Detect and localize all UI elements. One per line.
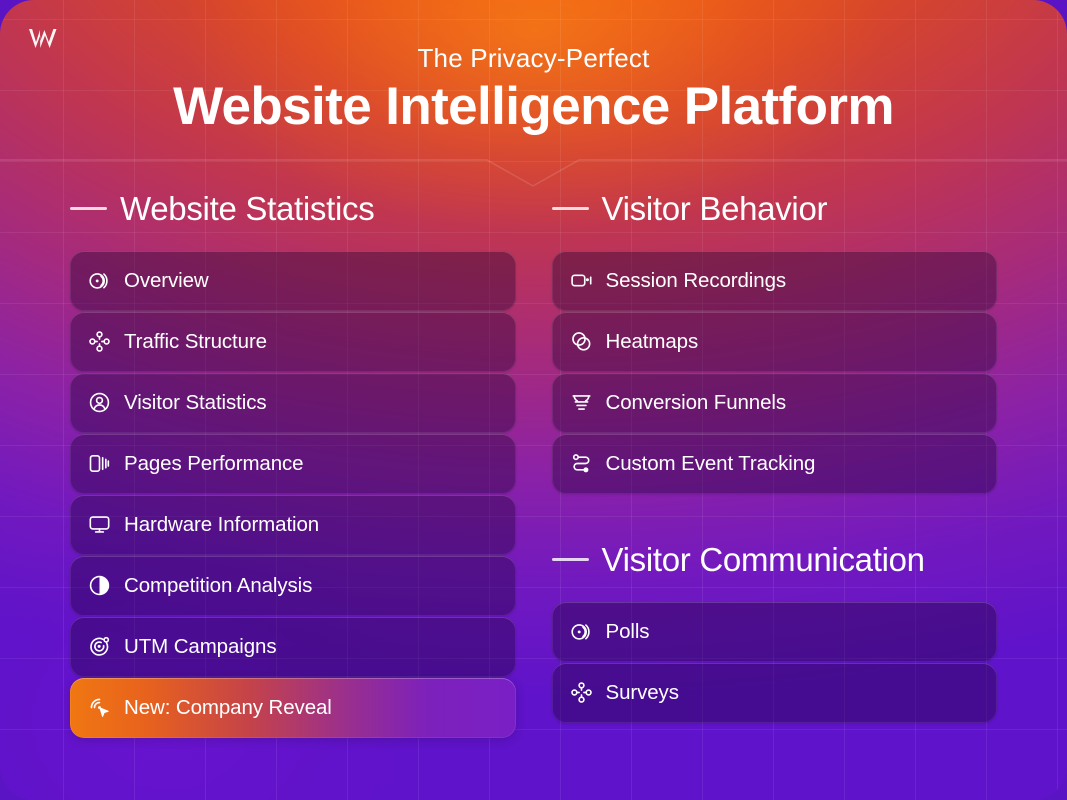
feature-item[interactable]: UTM Campaigns xyxy=(70,616,516,677)
feature-item-label: Custom Event Tracking xyxy=(605,451,816,475)
feature-item[interactable]: New: Company Reveal xyxy=(70,677,516,738)
header-notch-divider xyxy=(0,159,1067,187)
feature-item-label: Overview xyxy=(124,268,209,292)
feature-item-label: Surveys xyxy=(605,680,679,704)
header-eyebrow: The Privacy-Perfect xyxy=(417,43,650,73)
feature-item-label: Traffic Structure xyxy=(124,329,267,353)
section-title: Visitor Communication xyxy=(601,540,926,578)
feature-columns: Website Statistics Overview Traffic Struct… xyxy=(0,190,1067,738)
section-header: Website Statistics xyxy=(70,190,516,228)
section-title: Visitor Behavior xyxy=(601,190,828,227)
monitor-icon xyxy=(88,513,111,536)
pages-stack-icon xyxy=(88,452,111,475)
feature-item[interactable]: Conversion Funnels xyxy=(551,372,997,433)
feature-item-label: UTM Campaigns xyxy=(124,634,277,658)
video-camera-icon xyxy=(570,269,593,292)
target-dot-icon xyxy=(88,635,111,658)
feature-item-label: Visitor Statistics xyxy=(124,390,267,414)
feature-item[interactable]: Hardware Information xyxy=(70,494,516,555)
feature-list: Polls Surveys xyxy=(551,601,997,723)
section-header: Visitor Communication xyxy=(551,540,998,579)
user-circle-icon xyxy=(88,391,111,414)
feature-item[interactable]: Pages Performance xyxy=(70,433,516,494)
share-nodes-icon xyxy=(570,681,593,704)
feature-item-label: Heatmaps xyxy=(605,329,699,353)
contrast-icon xyxy=(88,574,111,597)
feature-item-label: Hardware Information xyxy=(124,512,320,536)
section-dash xyxy=(551,558,589,562)
column-visitor: Visitor Behavior Session Recordings Heatma… xyxy=(551,190,998,738)
feature-item[interactable]: Polls xyxy=(551,601,997,662)
radar-cursor-icon xyxy=(88,696,111,719)
feature-item[interactable]: Heatmaps xyxy=(551,311,997,372)
page-title: Website Intelligence Platform xyxy=(173,76,894,136)
feature-item-label: New: Company Reveal xyxy=(124,695,332,719)
event-path-icon xyxy=(570,452,593,475)
feature-item[interactable]: Visitor Statistics xyxy=(70,372,516,433)
promo-graphic: The Privacy-Perfect Website Intelligence… xyxy=(0,0,1067,800)
gradient-panel: The Privacy-Perfect Website Intelligence… xyxy=(0,0,1067,800)
feature-item-label: Session Recordings xyxy=(605,268,787,292)
feature-item[interactable]: Session Recordings xyxy=(551,250,997,311)
feature-item[interactable]: Overview xyxy=(70,250,516,311)
feature-list: Session Recordings Heatmaps Conversion Fun… xyxy=(551,250,997,494)
feature-item[interactable]: Surveys xyxy=(551,662,997,723)
feature-item-label: Pages Performance xyxy=(124,451,304,475)
share-nodes-icon xyxy=(88,330,111,353)
feature-item[interactable]: Competition Analysis xyxy=(70,555,516,616)
feature-item-label: Competition Analysis xyxy=(124,573,313,597)
feature-item-label: Polls xyxy=(605,619,650,643)
feature-item-label: Conversion Funnels xyxy=(605,390,787,414)
pulse-radar-icon xyxy=(88,269,111,292)
section-dash xyxy=(70,207,107,211)
feature-item[interactable]: Traffic Structure xyxy=(70,311,516,372)
section-title: Website Statistics xyxy=(120,190,375,227)
section-header: Visitor Behavior xyxy=(551,190,998,228)
header: The Privacy-Perfect Website Intelligence… xyxy=(0,44,1067,140)
section-dash xyxy=(551,207,589,211)
column-website-statistics: Website Statistics Overview Traffic Struct… xyxy=(70,190,516,738)
funnel-bars-icon xyxy=(570,391,593,414)
feature-item[interactable]: Custom Event Tracking xyxy=(551,433,997,494)
feature-list: Overview Traffic Structure Visitor Statist… xyxy=(70,250,516,738)
pulse-radar-icon xyxy=(570,620,593,643)
overlap-circles-icon xyxy=(570,330,593,353)
